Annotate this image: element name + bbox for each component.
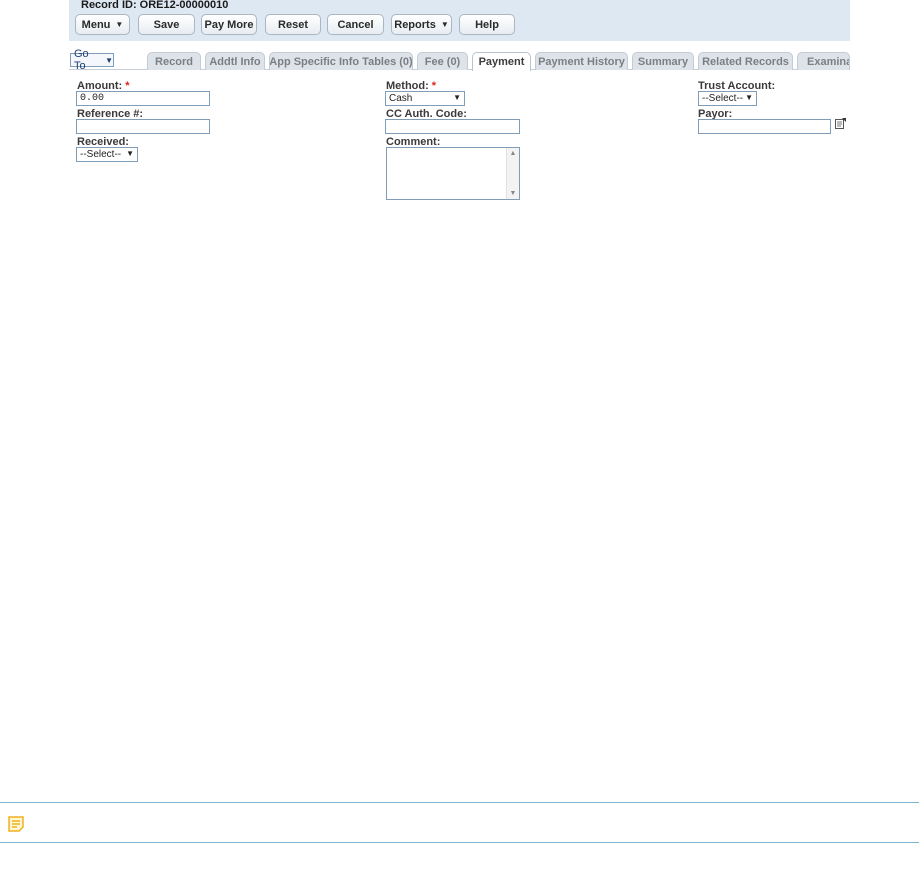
tab-payment[interactable]: Payment	[472, 52, 531, 71]
comment-scrollbar[interactable]: ▲ ▼	[506, 148, 519, 199]
reset-button-label: Reset	[278, 18, 308, 31]
note-bottom-rule	[0, 842, 919, 843]
help-button[interactable]: Help	[459, 14, 515, 35]
tab-examinations[interactable]: Examinat	[797, 52, 850, 70]
goto-dropdown[interactable]: Go To ▼	[70, 48, 114, 72]
caret-down-icon: ▼	[440, 20, 449, 29]
cancel-button[interactable]: Cancel	[327, 14, 384, 35]
cancel-button-label: Cancel	[337, 18, 374, 31]
tab-fee[interactable]: Fee (0)	[417, 52, 468, 70]
reference-field[interactable]	[76, 119, 210, 134]
amount-field[interactable]: 0.00	[76, 91, 210, 106]
pay-more-button-label: Pay More	[204, 18, 254, 31]
scroll-up-icon[interactable]: ▲	[507, 150, 519, 157]
record-id: Record ID: ORE12-00000010	[81, 0, 229, 11]
record-header: Record ID: ORE12-00000010 Menu ▼ Save Pay…	[69, 0, 850, 41]
tab-summary[interactable]: Summary	[632, 52, 694, 70]
menu-button[interactable]: Menu ▼	[75, 14, 130, 35]
caret-down-icon: ▼	[453, 93, 461, 102]
trust-account-select[interactable]: --Select-- ▼	[698, 91, 757, 106]
reports-button-label: Reports	[394, 18, 436, 31]
caret-down-icon: ▼	[105, 55, 113, 65]
scroll-down-icon[interactable]: ▼	[507, 190, 519, 197]
note-icon	[8, 816, 24, 832]
tab-payment-history[interactable]: Payment History	[535, 52, 628, 70]
method-select[interactable]: Cash ▼	[385, 91, 465, 106]
note-top-rule	[0, 802, 919, 803]
caret-down-icon: ▼	[126, 149, 134, 158]
cc-auth-field[interactable]	[385, 119, 520, 134]
save-button[interactable]: Save	[138, 14, 195, 35]
trust-account-select-value: --Select--	[702, 93, 744, 104]
help-button-label: Help	[475, 18, 499, 31]
tab-addtl-info[interactable]: Addtl Info	[205, 52, 265, 70]
received-select[interactable]: --Select-- ▼	[76, 147, 138, 162]
menu-button-label: Menu	[81, 18, 111, 31]
method-select-value: Cash	[389, 93, 413, 104]
received-select-value: --Select--	[80, 149, 122, 160]
reset-button[interactable]: Reset	[265, 14, 321, 35]
caret-down-icon: ▼	[745, 93, 753, 102]
caret-down-icon: ▼	[115, 20, 124, 29]
tab-related-records[interactable]: Related Records	[698, 52, 793, 70]
payor-field[interactable]	[698, 119, 831, 134]
reports-button[interactable]: Reports ▼	[391, 14, 452, 35]
lookup-icon[interactable]	[835, 118, 846, 129]
tab-record[interactable]: Record	[147, 52, 201, 70]
tab-app-specific-info-tables[interactable]: App Specific Info Tables (0)	[269, 52, 413, 70]
save-button-label: Save	[153, 18, 180, 31]
pay-more-button[interactable]: Pay More	[201, 14, 257, 35]
comment-textarea[interactable]: ▲ ▼	[386, 147, 520, 200]
